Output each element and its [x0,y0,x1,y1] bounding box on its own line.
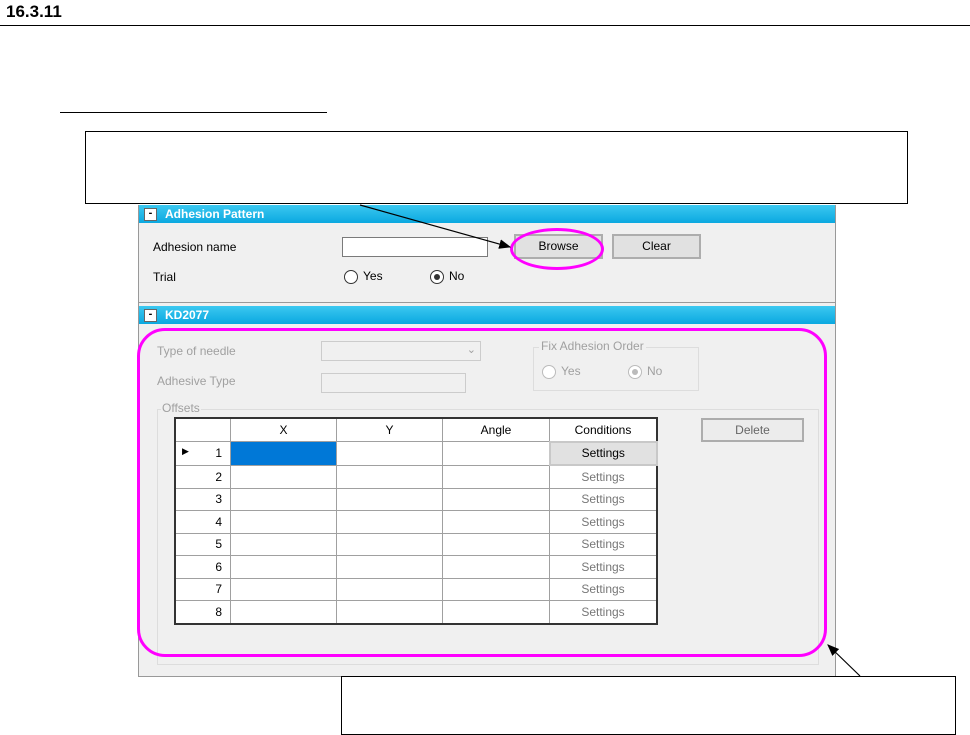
arrow-to-kd-area [827,644,861,677]
arrow-to-browse [359,204,512,249]
callout-arrows [359,204,861,677]
